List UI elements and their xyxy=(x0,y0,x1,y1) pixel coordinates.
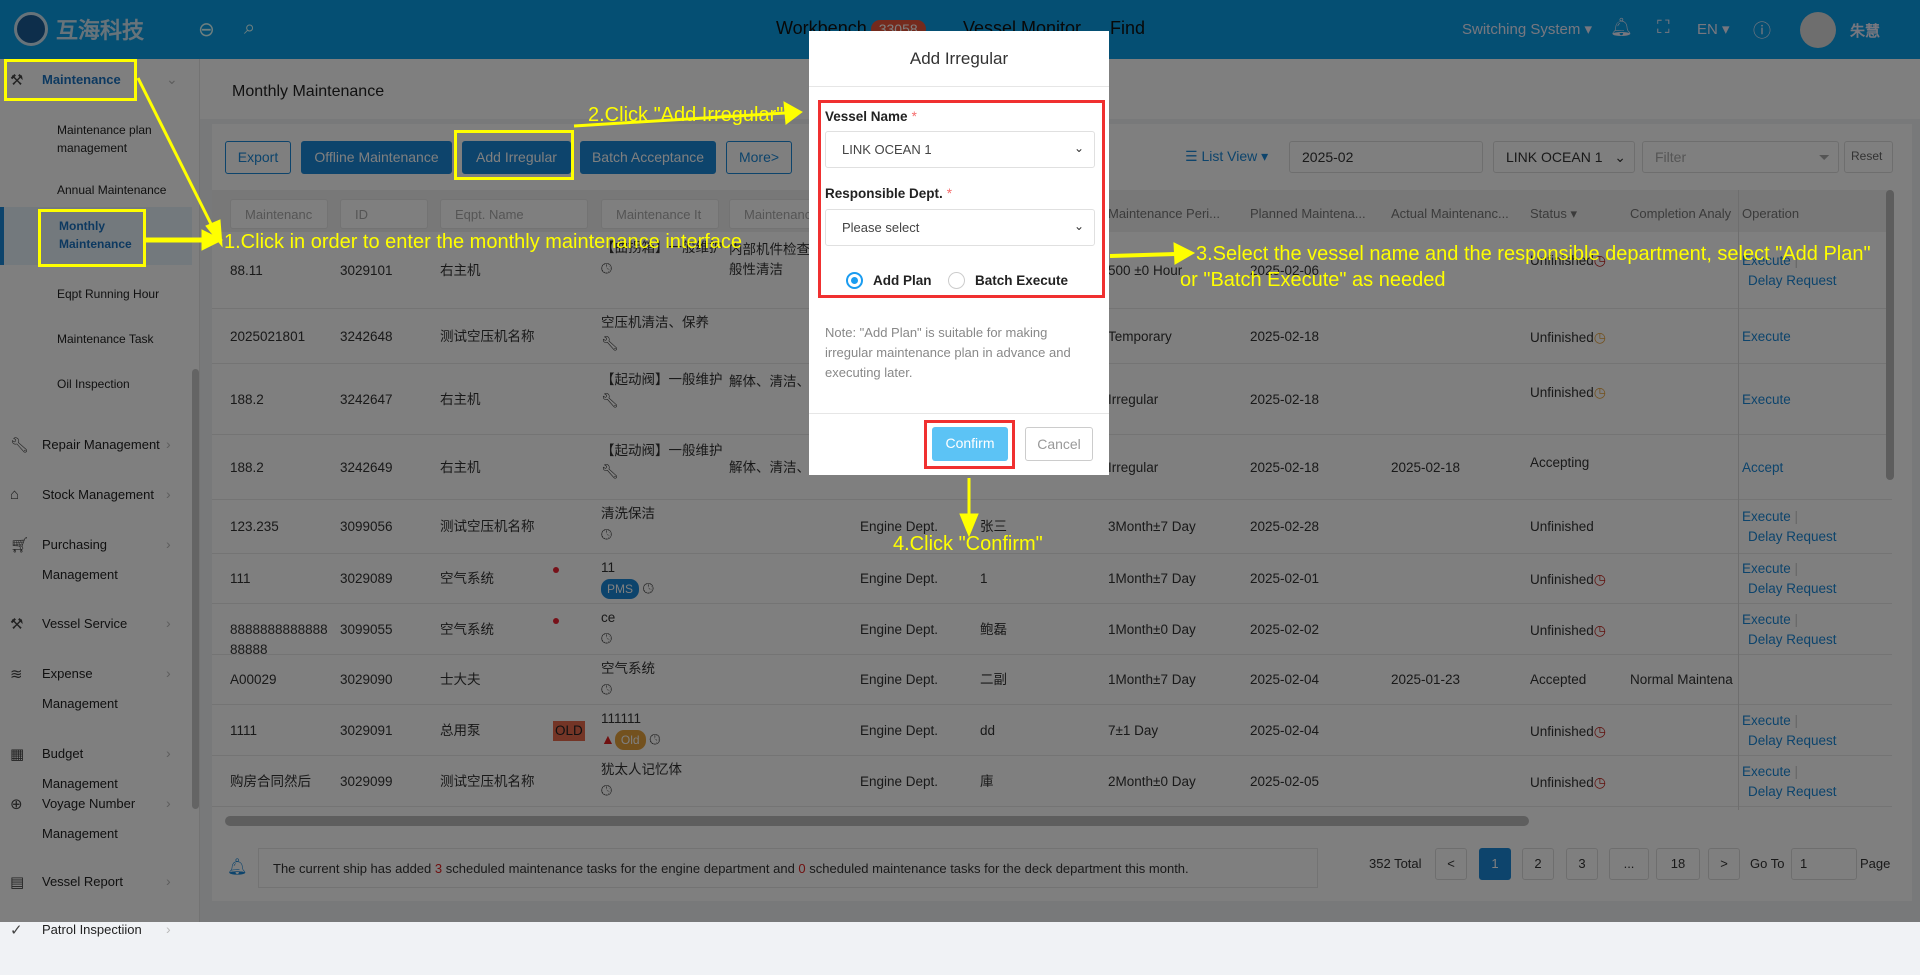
annotation-step3-line2: or "Batch Execute" as needed xyxy=(1180,269,1446,291)
arrow-step3-head xyxy=(1173,242,1196,265)
arrow-step1a xyxy=(136,77,216,231)
sidebar-item-8[interactable]: ✓ Patrol Inspectiion › xyxy=(0,915,192,975)
annotation-step2: 2.Click "Add Irregular" xyxy=(588,104,784,126)
annotation-step1: 1.Click in order to enter the monthly ma… xyxy=(224,231,743,253)
arrow-step2-head xyxy=(783,101,803,125)
arrow-step3 xyxy=(1109,252,1177,258)
annotation-arrows xyxy=(136,77,1196,538)
check-circle-icon: ✓ xyxy=(10,922,23,939)
chevron-right-icon: › xyxy=(166,921,171,937)
annotation-step4: 4.Click "Confirm" xyxy=(893,533,1043,555)
annotation-step3-line1: 3.Select the vessel name and the respons… xyxy=(1196,243,1871,265)
